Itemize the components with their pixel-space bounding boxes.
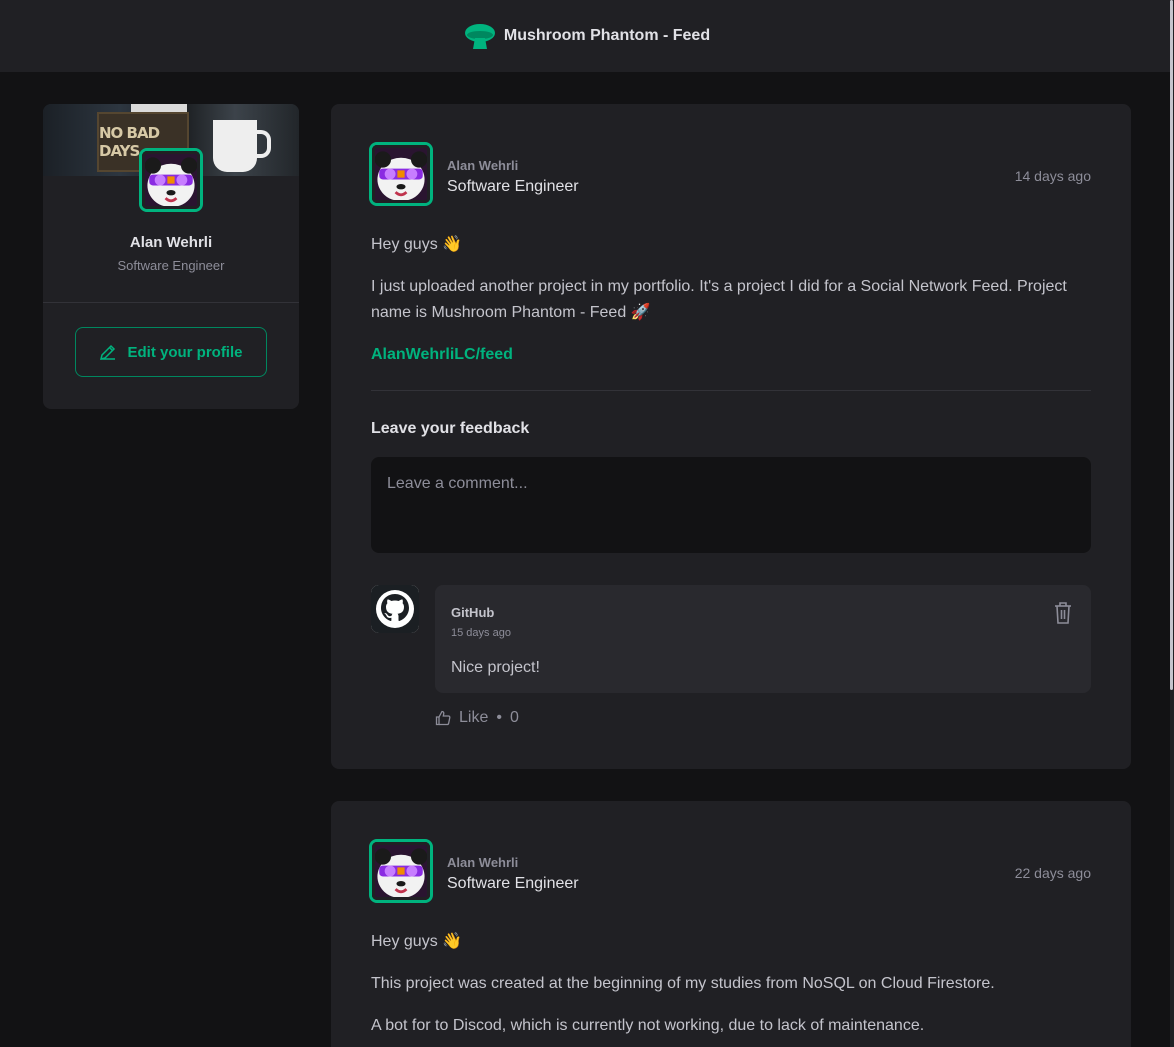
panda-avatar-icon [139,148,203,212]
top-header: Mushroom Phantom - Feed [0,0,1174,72]
like-label: Like [459,709,489,726]
post-content: Hey guys 👋 This project was created at t… [371,929,1091,1047]
profile-role: Software Engineer [117,258,225,273]
profile-name: Alan Wehrli [129,234,213,251]
post-greeting: Hey guys 👋 [371,236,463,253]
like-count: 0 [509,709,519,726]
post-content: Hey guys 👋 I just uploaded another proje… [371,232,1091,384]
comment-timestamp[interactable]: 15 days ago [451,627,511,639]
post-paragraph: I just uploaded another project in my po… [371,278,1067,321]
comment-text: Nice project! [451,659,540,676]
post-header: Alan Wehrli Software Engineer 14 days ag… [369,142,1091,206]
post-timestamp[interactable]: 22 days ago [1015,865,1091,881]
comment-card: GitHub 15 days ago Nice project! [435,585,1091,693]
post-paragraph: This project was created at the beginnin… [371,975,995,992]
post-link[interactable]: AlanWehrliLC/feed [371,346,513,363]
github-icon [371,585,419,633]
post-author-role: Software Engineer [447,875,579,892]
edit-profile-button[interactable]: Edit your profile [75,327,267,377]
mushroom-logo-icon [464,24,495,49]
edit-profile-label: Edit your profile [127,343,243,361]
avatar[interactable] [139,148,203,212]
avatar[interactable] [369,839,433,903]
post-greeting: Hey guys 👋 [371,933,463,950]
post-author: Alan Wehrli [447,158,519,173]
avatar[interactable] [369,142,433,206]
post-author: Alan Wehrli [447,855,519,870]
feedback-title: Leave your feedback [371,420,530,437]
trash-icon[interactable] [1053,601,1073,625]
comment-author: GitHub [451,605,495,620]
pencil-icon [100,344,116,361]
comment: GitHub 15 days ago Nice project! Like • … [371,585,1091,735]
post-paragraph: A bot for to Discod, which is currently … [371,1017,925,1034]
thumbs-up-icon [435,710,451,726]
app-title: Mushroom Phantom - Feed [503,27,711,44]
profile-sidebar: NO BAD DAYS Alan Wehrli Software Enginee… [43,104,299,409]
github-avatar[interactable] [371,585,419,633]
comment-input[interactable] [371,457,1091,553]
post-card: Alan Wehrli Software Engineer 14 days ag… [331,104,1131,769]
scrollbar-thumb[interactable] [1170,0,1173,690]
divider [43,302,299,303]
like-button[interactable]: Like • 0 [435,709,519,727]
post-author-role: Software Engineer [447,178,579,195]
divider [371,390,1091,391]
like-separator: • [496,709,502,726]
post-timestamp[interactable]: 14 days ago [1015,168,1091,184]
post-card: Alan Wehrli Software Engineer 22 days ag… [331,801,1131,1047]
post-header: Alan Wehrli Software Engineer 22 days ag… [369,839,1091,903]
